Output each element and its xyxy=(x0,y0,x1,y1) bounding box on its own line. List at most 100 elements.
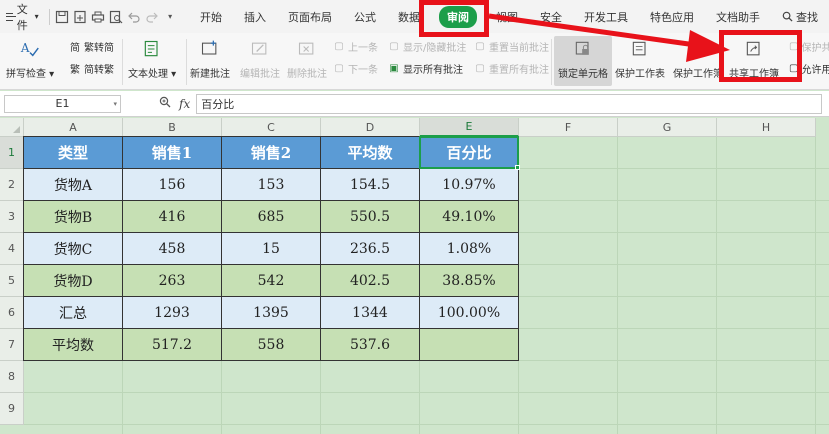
lock-cell-button[interactable]: 锁定单元格 xyxy=(558,37,608,80)
table-cell[interactable]: 537.6 xyxy=(321,329,420,361)
table-cell[interactable]: 416 xyxy=(123,201,222,233)
text-process-button[interactable]: 文本处理 ▾ xyxy=(128,37,176,80)
table-cell[interactable]: 49.10% xyxy=(420,201,519,233)
allow-edit-range-button[interactable]: ▢ 允许用户编辑区域 xyxy=(789,61,829,76)
row-header-5[interactable]: 5 xyxy=(0,265,24,297)
tab-special-apps[interactable]: 特色应用 xyxy=(639,0,705,33)
tab-label-active: 审阅 xyxy=(439,5,477,28)
reset-current-comment-button[interactable]: ▢ 重置当前批注 xyxy=(474,39,549,54)
table-cell[interactable]: 156 xyxy=(123,169,222,201)
column-header-g[interactable]: G xyxy=(618,118,717,137)
customize-toolbar-icon[interactable]: ▾ xyxy=(163,8,177,26)
column-header-f[interactable]: F xyxy=(519,118,618,137)
share-workbook-button[interactable]: 共享工作簿 xyxy=(729,37,779,80)
table-header-cell[interactable]: 平均数 xyxy=(321,137,420,169)
table-cell[interactable]: 货物B xyxy=(24,201,123,233)
trad-to-simp-button[interactable]: 简 繁转简 xyxy=(69,39,114,54)
insert-function-icon[interactable]: fx xyxy=(179,97,190,111)
show-all-comments-button[interactable]: ▣ 显示所有批注 xyxy=(388,61,463,76)
row-header-1[interactable]: 1 xyxy=(0,137,24,169)
column-header-c[interactable]: C xyxy=(222,118,321,137)
print-icon[interactable] xyxy=(91,8,105,26)
tab-review[interactable]: 审阅 xyxy=(431,0,485,33)
table-cell[interactable]: 货物C xyxy=(24,233,123,265)
tab-view[interactable]: 视图 xyxy=(485,0,529,33)
table-cell[interactable]: 平均数 xyxy=(24,329,123,361)
row-header-6[interactable]: 6 xyxy=(0,297,24,329)
tab-data[interactable]: 数据 xyxy=(387,0,431,33)
table-cell[interactable] xyxy=(420,329,519,361)
table-cell[interactable]: 558 xyxy=(222,329,321,361)
table-cell[interactable]: 263 xyxy=(123,265,222,297)
row-header-7[interactable]: 7 xyxy=(0,329,24,361)
row-header-9[interactable]: 9 xyxy=(0,393,24,425)
table-cell[interactable]: 402.5 xyxy=(321,265,420,297)
column-header-h[interactable]: H xyxy=(717,118,816,137)
protect-workbook-button[interactable]: 保护工作簿 xyxy=(673,37,723,80)
table-cell[interactable]: 550.5 xyxy=(321,201,420,233)
table-cell[interactable]: 1344 xyxy=(321,297,420,329)
name-box[interactable]: E1 ▾ xyxy=(4,94,121,113)
table-cell[interactable]: 458 xyxy=(123,233,222,265)
undo-icon[interactable] xyxy=(127,8,141,26)
table-cell[interactable]: 542 xyxy=(222,265,321,297)
table-cell[interactable]: 38.85% xyxy=(420,265,519,297)
new-comment-button[interactable]: 新建批注 xyxy=(190,37,230,80)
formula-input[interactable]: 百分比 xyxy=(196,93,823,114)
redo-icon[interactable] xyxy=(145,8,159,26)
table-cell[interactable]: 685 xyxy=(222,201,321,233)
prev-comment-button[interactable]: ▢ 上一条 xyxy=(333,39,378,54)
tab-home[interactable]: 开始 xyxy=(189,0,233,33)
simp-to-trad-button[interactable]: 繁 简转繁 xyxy=(69,61,114,76)
row-header-8[interactable]: 8 xyxy=(0,361,24,393)
fill-handle[interactable] xyxy=(515,165,520,170)
table-cell[interactable]: 汇总 xyxy=(24,297,123,329)
save-icon[interactable] xyxy=(55,8,69,26)
table-header-cell[interactable]: 销售1 xyxy=(123,137,222,169)
reset-all-comments-icon: ▢ xyxy=(475,63,485,74)
tab-insert[interactable]: 插入 xyxy=(233,0,277,33)
next-comment-button[interactable]: ▢ 下一条 xyxy=(333,61,378,76)
column-header-e[interactable]: E xyxy=(420,118,519,137)
print-preview-icon[interactable] xyxy=(109,8,123,26)
table-cell[interactable]: 100.00% xyxy=(420,297,519,329)
column-header-b[interactable]: B xyxy=(123,118,222,137)
tab-page-layout[interactable]: 页面布局 xyxy=(277,0,343,33)
table-header-cell[interactable]: 百分比 xyxy=(420,137,519,169)
table-cell[interactable]: 15 xyxy=(222,233,321,265)
table-cell[interactable]: 154.5 xyxy=(321,169,420,201)
table-cell[interactable]: 1395 xyxy=(222,297,321,329)
edit-comment-button[interactable]: 编辑批注 xyxy=(240,37,280,80)
table-header-cell[interactable]: 类型 xyxy=(24,137,123,169)
row-header-3[interactable]: 3 xyxy=(0,201,24,233)
table-cell[interactable]: 货物D xyxy=(24,265,123,297)
reset-all-comments-button[interactable]: ▢ 重置所有批注 xyxy=(474,61,549,76)
tab-doc-assistant[interactable]: 文档助手 xyxy=(705,0,771,33)
search-button[interactable]: 查找 xyxy=(771,0,829,33)
tab-security[interactable]: 安全 xyxy=(529,0,573,33)
file-menu-button[interactable]: 文件 ▾ xyxy=(0,3,45,32)
tab-label: 开发工具 xyxy=(584,10,628,24)
select-all-corner[interactable] xyxy=(0,118,24,137)
table-cell[interactable]: 236.5 xyxy=(321,233,420,265)
table-header-cell[interactable]: 销售2 xyxy=(222,137,321,169)
table-cell[interactable]: 153 xyxy=(222,169,321,201)
export-pdf-icon[interactable] xyxy=(73,8,87,26)
show-hide-comment-button[interactable]: ▢ 显示/隐藏批注 xyxy=(388,39,466,54)
table-cell[interactable]: 货物A xyxy=(24,169,123,201)
tab-formulas[interactable]: 公式 xyxy=(343,0,387,33)
row-header-4[interactable]: 4 xyxy=(0,233,24,265)
table-cell[interactable]: 1.08% xyxy=(420,233,519,265)
spellcheck-button[interactable]: A 拼写检查 ▾ xyxy=(6,37,54,80)
row-header-2[interactable]: 2 xyxy=(0,169,24,201)
column-header-a[interactable]: A xyxy=(24,118,123,137)
zoom-formula-icon[interactable] xyxy=(159,96,171,111)
column-header-d[interactable]: D xyxy=(321,118,420,137)
tab-developer[interactable]: 开发工具 xyxy=(573,0,639,33)
protect-share-button[interactable]: ▢ 保护共享 xyxy=(789,39,829,54)
table-cell[interactable]: 10.97% xyxy=(420,169,519,201)
table-cell[interactable]: 1293 xyxy=(123,297,222,329)
delete-comment-button[interactable]: 删除批注 xyxy=(287,37,327,80)
protect-sheet-button[interactable]: 保护工作表 xyxy=(615,37,665,80)
table-cell[interactable]: 517.2 xyxy=(123,329,222,361)
